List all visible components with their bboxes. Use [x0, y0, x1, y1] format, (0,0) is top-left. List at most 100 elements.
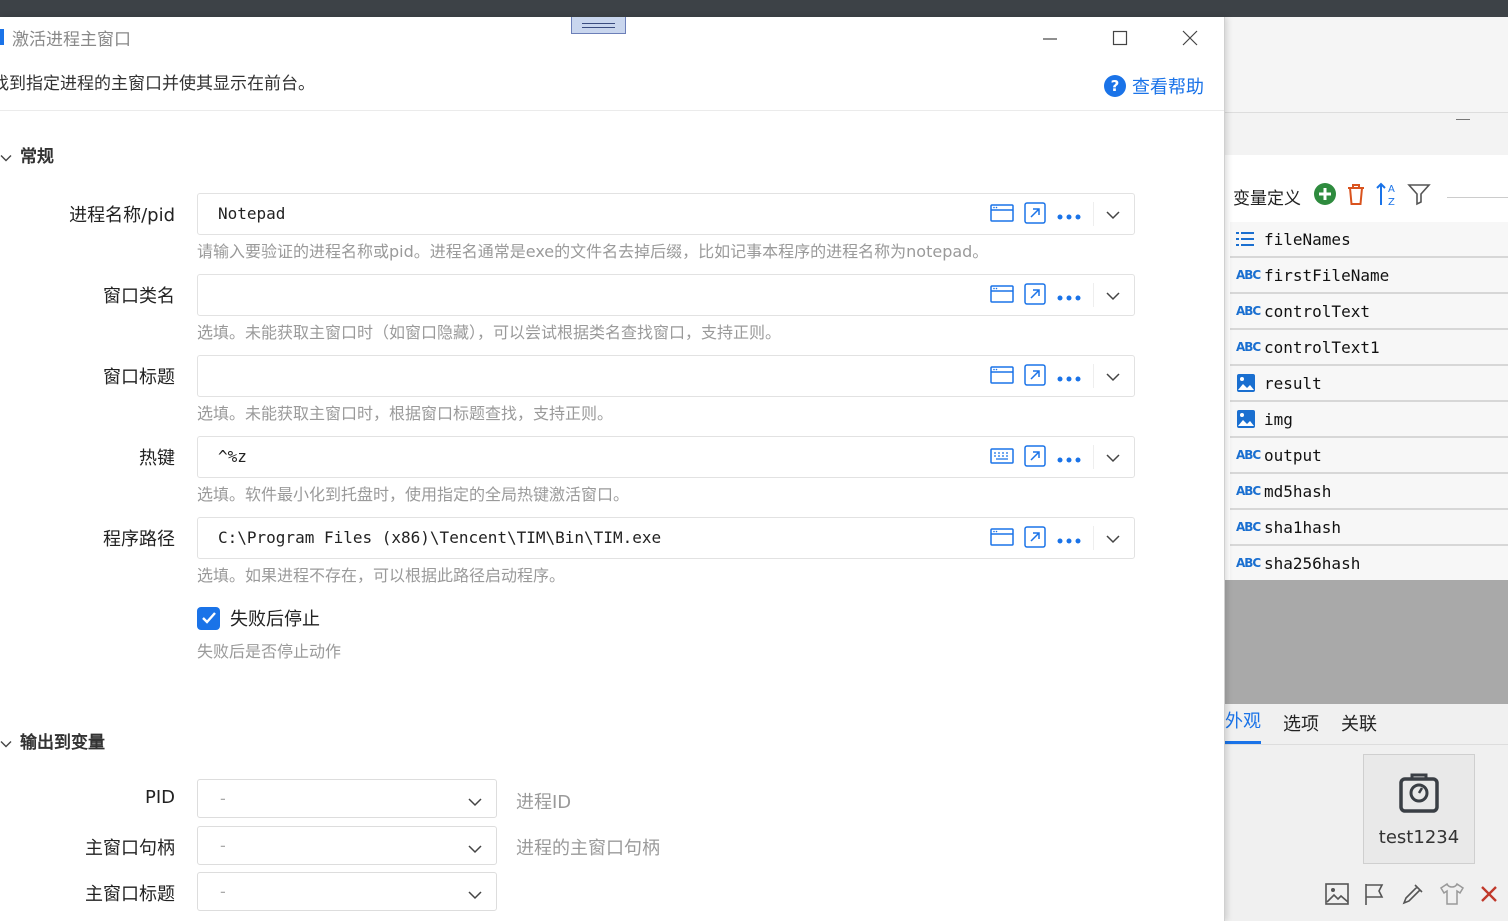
background-app: 变量定义 AZ fileNames ABC firstFileName ABC …: [1225, 17, 1508, 921]
window-icon[interactable]: [990, 365, 1014, 389]
pipette-icon[interactable]: [1401, 882, 1425, 910]
variable-name: result: [1264, 373, 1322, 393]
window-icon[interactable]: [990, 284, 1014, 308]
section-output-title: 输出到变量: [20, 733, 105, 753]
pid-variable-select[interactable]: -: [197, 779, 497, 818]
title-accent: [0, 29, 4, 45]
image-type-icon: [1236, 373, 1258, 393]
dialog-description: 找到指定进程的主窗口并使其显示在前台。: [0, 74, 315, 94]
variable-item[interactable]: ABC md5hash: [1230, 474, 1508, 510]
field-separator: [1093, 364, 1094, 388]
window-class-input[interactable]: [197, 274, 1135, 316]
minimize-icon[interactable]: [1456, 119, 1470, 120]
field-label-hotkey: 热键: [139, 448, 175, 469]
properties-tabs: 外观 选项 关联: [1225, 704, 1377, 744]
title-variable-select[interactable]: -: [197, 872, 497, 911]
sort-az-icon[interactable]: AZ: [1375, 181, 1399, 211]
text-type-icon: ABC: [1236, 520, 1261, 534]
variables-panel: 变量定义 AZ fileNames ABC firstFileName ABC …: [1225, 155, 1508, 582]
variable-item[interactable]: ABC sha1hash: [1230, 510, 1508, 546]
filter-icon[interactable]: [1407, 182, 1431, 210]
more-icon[interactable]: [1056, 206, 1082, 225]
flag-icon[interactable]: [1363, 882, 1387, 910]
chevron-down-icon: [468, 885, 482, 904]
variable-item[interactable]: fileNames: [1230, 222, 1508, 258]
stop-on-fail-hint: 失败后是否停止动作: [197, 642, 342, 661]
more-icon[interactable]: [1056, 449, 1082, 468]
svg-text:A: A: [1388, 184, 1395, 195]
external-link-icon[interactable]: [1024, 445, 1046, 471]
variable-name: fileNames: [1264, 229, 1351, 249]
external-link-icon[interactable]: [1024, 526, 1046, 552]
variable-name: firstFileName: [1264, 265, 1390, 285]
variables-title: 变量定义: [1233, 188, 1301, 209]
chevron-down-icon[interactable]: [1101, 367, 1125, 387]
section-output-toggle[interactable]: 输出到变量: [0, 728, 105, 753]
variable-name: controlText1: [1264, 337, 1380, 357]
background-app-header: [1225, 17, 1508, 113]
chevron-down-icon[interactable]: [1101, 448, 1125, 468]
window-title-input[interactable]: [197, 355, 1135, 397]
maximize-button[interactable]: [1100, 23, 1140, 53]
hotkey-input[interactable]: ^%z: [197, 436, 1135, 478]
window-icon[interactable]: [990, 203, 1014, 227]
more-icon[interactable]: [1056, 287, 1082, 306]
handle-variable-select[interactable]: -: [197, 826, 497, 865]
chevron-down-icon[interactable]: [1101, 529, 1125, 549]
preview-card[interactable]: test1234: [1363, 754, 1475, 864]
output-hint-handle: 进程的主窗口句柄: [516, 838, 660, 859]
field-label-title: 窗口标题: [103, 367, 175, 388]
chevron-down-icon[interactable]: [1101, 286, 1125, 306]
delete-variable-icon[interactable]: [1345, 182, 1367, 210]
close-icon[interactable]: [1479, 884, 1499, 908]
field-separator: [1093, 202, 1094, 226]
close-button[interactable]: [1170, 23, 1210, 53]
keyboard-icon[interactable]: [990, 447, 1014, 469]
program-path-input[interactable]: C:\Program Files (x86)\Tencent\TIM\Bin\T…: [197, 517, 1135, 559]
title-bar: 激活进程主窗口: [0, 17, 1224, 59]
external-link-icon[interactable]: [1024, 364, 1046, 390]
variable-list: fileNames ABC firstFileName ABC controlT…: [1230, 222, 1508, 582]
more-icon[interactable]: [1056, 530, 1082, 549]
variable-name: output: [1264, 445, 1322, 465]
variable-name: sha1hash: [1264, 517, 1342, 537]
variable-item[interactable]: result: [1230, 366, 1508, 402]
pid-variable-value: -: [220, 789, 226, 808]
external-link-icon[interactable]: [1024, 283, 1046, 309]
tab-relations[interactable]: 关联: [1341, 710, 1377, 744]
minimize-button[interactable]: [1030, 23, 1070, 53]
add-variable-icon[interactable]: [1313, 182, 1337, 210]
output-label-handle: 主窗口句柄: [85, 838, 175, 859]
process-name-value: Notepad: [218, 204, 286, 223]
external-link-icon[interactable]: [1024, 202, 1046, 228]
dialog-title: 激活进程主窗口: [12, 30, 131, 50]
field-hint-process: 请输入要验证的进程名称或pid。进程名通常是exe的文件名去掉后缀，比如记事本程…: [197, 242, 989, 261]
image-icon[interactable]: [1325, 883, 1349, 909]
output-label-title: 主窗口标题: [85, 884, 175, 905]
stop-on-fail-checkbox[interactable]: 失败后停止: [197, 605, 320, 631]
field-hint-title: 选填。未能获取主窗口时，根据窗口标题查找，支持正则。: [197, 404, 614, 423]
variable-item[interactable]: ABC sha256hash: [1230, 546, 1508, 582]
tab-appearance[interactable]: 外观: [1225, 707, 1261, 744]
variable-item[interactable]: ABC firstFileName: [1230, 258, 1508, 294]
svg-text:Z: Z: [1388, 197, 1395, 207]
variable-item[interactable]: img: [1230, 402, 1508, 438]
shirt-icon[interactable]: [1439, 882, 1465, 910]
section-general-toggle[interactable]: 常规: [0, 142, 54, 167]
help-link[interactable]: ? 查看帮助: [1104, 73, 1204, 99]
tab-options[interactable]: 选项: [1283, 710, 1319, 744]
checkbox-checked-icon[interactable]: [197, 606, 220, 630]
process-name-input[interactable]: Notepad: [197, 193, 1135, 235]
empty-area: [1225, 580, 1508, 704]
help-icon: ?: [1104, 75, 1126, 97]
help-label: 查看帮助: [1132, 77, 1204, 98]
field-separator: [1093, 526, 1094, 550]
chevron-down-icon[interactable]: [1101, 205, 1125, 225]
field-label-class: 窗口类名: [103, 286, 175, 307]
variable-item[interactable]: ABC output: [1230, 438, 1508, 474]
more-icon[interactable]: [1056, 368, 1082, 387]
variable-item[interactable]: ABC controlText: [1230, 294, 1508, 330]
variable-name: sha256hash: [1264, 553, 1361, 573]
window-icon[interactable]: [990, 527, 1014, 551]
variable-item[interactable]: ABC controlText1: [1230, 330, 1508, 366]
